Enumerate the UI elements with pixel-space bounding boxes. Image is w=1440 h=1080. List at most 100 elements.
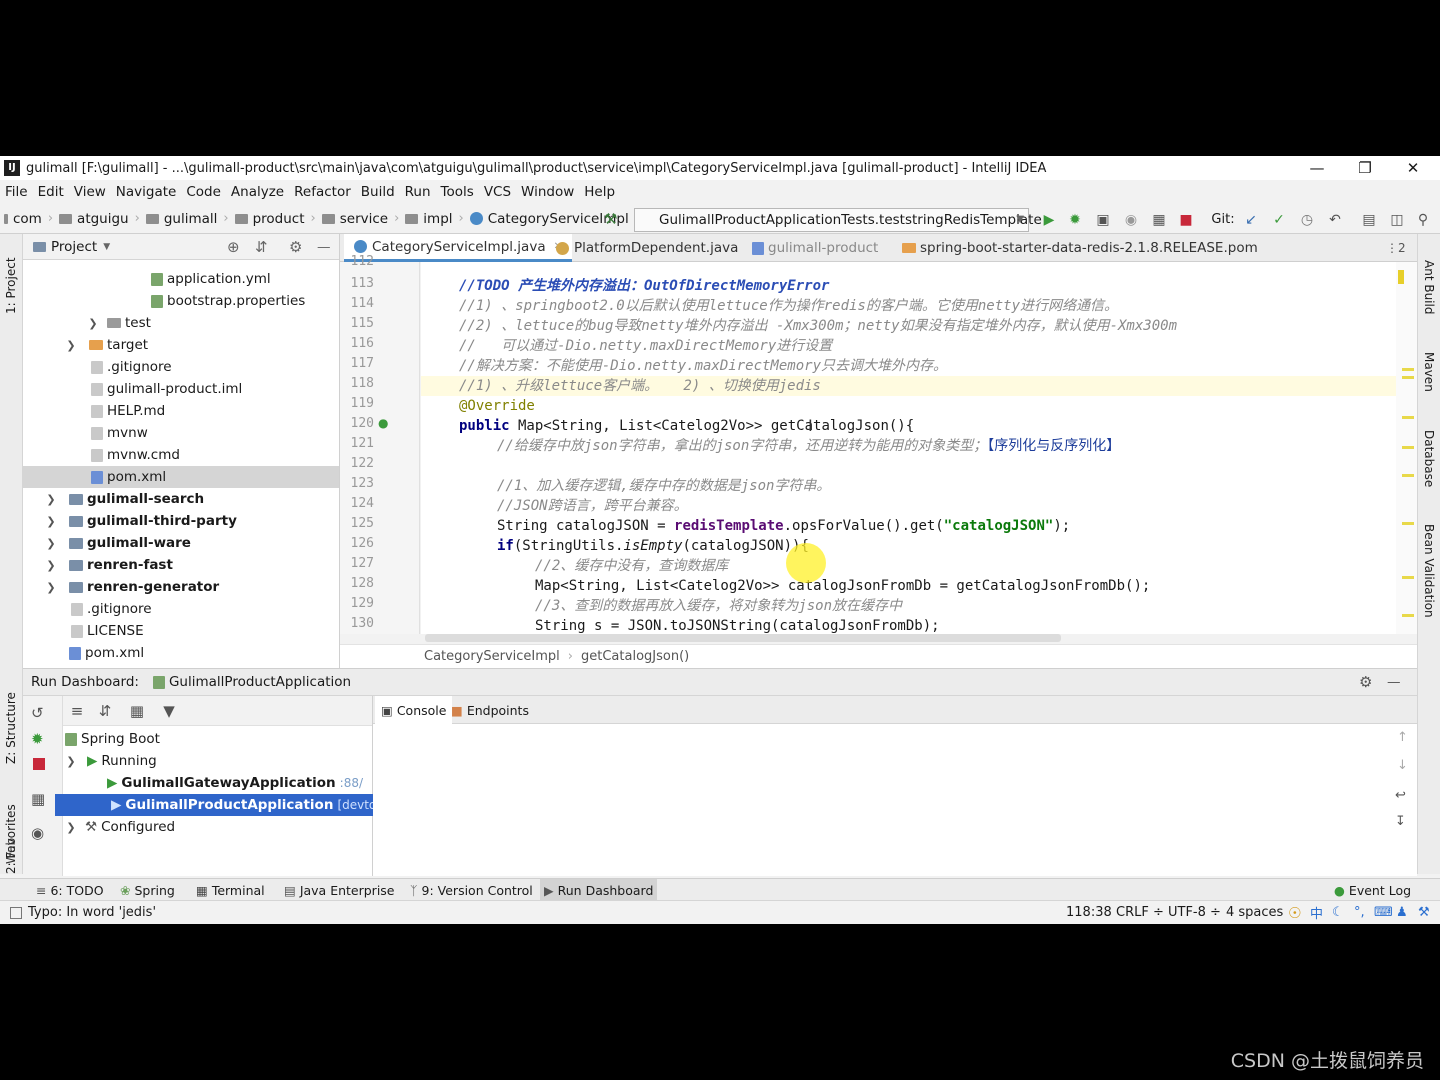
- bean-validation-tool-button[interactable]: Bean Validation: [1422, 524, 1436, 618]
- horizontal-scrollbar[interactable]: [425, 634, 1061, 642]
- moon-icon[interactable]: ☾: [1332, 905, 1344, 920]
- debug-icon[interactable]: ✹: [1066, 211, 1084, 229]
- menu-window[interactable]: Window: [516, 184, 579, 200]
- build-hammer-icon[interactable]: ⚒: [604, 210, 617, 228]
- menu-help[interactable]: Help: [579, 184, 620, 200]
- wrench-icon[interactable]: ⚒: [1418, 905, 1430, 920]
- tree-item[interactable]: .gitignore: [91, 356, 172, 378]
- menu-analyze[interactable]: Analyze: [226, 184, 289, 200]
- menu-code[interactable]: Code: [181, 184, 226, 200]
- history-icon[interactable]: ◷: [1298, 211, 1316, 229]
- expand-all-icon[interactable]: ≡: [63, 702, 91, 720]
- menu-run[interactable]: Run: [400, 184, 436, 200]
- scroll-down-icon[interactable]: ↓: [1397, 758, 1408, 773]
- camera-icon[interactable]: ◉: [31, 824, 44, 842]
- coverage-icon[interactable]: ▣: [1094, 211, 1112, 229]
- rerun-icon[interactable]: ↺: [31, 704, 44, 722]
- breadcrumb-atguigu[interactable]: atguigu: [55, 211, 133, 227]
- tree-item[interactable]: ❯ renren-generator: [43, 576, 219, 598]
- scroll-up-icon[interactable]: ↑: [1397, 730, 1408, 745]
- web-tool-button[interactable]: Web: [4, 838, 18, 864]
- locate-icon[interactable]: ⊕: [227, 238, 240, 256]
- warning-marker[interactable]: [1402, 474, 1414, 477]
- restore-icon[interactable]: ❐: [1342, 156, 1388, 180]
- breadcrumb-service[interactable]: service: [318, 211, 392, 227]
- tab-category-service-impl[interactable]: CategoryServiceImpl.java✕: [344, 234, 572, 262]
- attach-icon[interactable]: ▦: [1150, 211, 1168, 229]
- vcs-update-icon[interactable]: ↙: [1242, 211, 1260, 229]
- maven-tool-button[interactable]: Maven: [1422, 352, 1436, 392]
- chevron-right-icon[interactable]: ❯: [43, 581, 59, 594]
- tree-item[interactable]: ❯ target: [63, 334, 148, 356]
- tab-endpoints[interactable]: ■ Endpoints: [445, 696, 535, 724]
- tree-item[interactable]: mvnw.cmd: [91, 444, 180, 466]
- menu-file[interactable]: File: [0, 184, 33, 200]
- group-icon[interactable]: ▦: [119, 702, 155, 720]
- stop-icon[interactable]: [33, 758, 45, 770]
- run-dashboard-tool-button[interactable]: ▶ Run Dashboard: [540, 879, 658, 901]
- project-tool-button[interactable]: 1: Project: [4, 257, 18, 314]
- layout-icon[interactable]: ◫: [1388, 211, 1406, 229]
- warning-marker[interactable]: [1402, 522, 1414, 525]
- chevron-down-icon[interactable]: ▼: [103, 242, 110, 252]
- user-icon[interactable]: ♟: [1396, 905, 1408, 920]
- warning-marker[interactable]: [1402, 368, 1414, 371]
- warning-marker[interactable]: [1402, 376, 1414, 379]
- tree-item-selected[interactable]: pom.xml: [23, 466, 339, 488]
- run-icon[interactable]: ▶: [1040, 211, 1058, 229]
- collapse-all-icon[interactable]: ⇵: [255, 238, 268, 256]
- indent-setting[interactable]: 4 spaces: [1226, 905, 1283, 920]
- menu-tools[interactable]: Tools: [436, 184, 479, 200]
- tree-item[interactable]: HELP.md: [91, 400, 165, 422]
- punctuation-icon[interactable]: °,: [1354, 905, 1365, 920]
- tree-item[interactable]: ❯ gulimall-ware: [43, 532, 191, 554]
- status-toggle-icon[interactable]: [10, 906, 22, 919]
- keyboard-icon[interactable]: ⌨: [1374, 905, 1393, 920]
- run-tree-gateway-app[interactable]: ▶ GulimallGatewayApplication:88/: [107, 772, 363, 794]
- event-log-tool-button[interactable]: ● Event Log: [1330, 879, 1415, 901]
- database-tool-button[interactable]: Database: [1422, 430, 1436, 487]
- tab-console[interactable]: ▣ Console: [375, 696, 453, 724]
- crumb-class[interactable]: CategoryServiceImpl: [424, 649, 560, 664]
- code-editor[interactable]: //TODO 产生堆外内存溢出：OutOfDirectMemoryError /…: [421, 262, 1396, 634]
- scroll-to-end-icon[interactable]: ↧: [1395, 814, 1406, 829]
- tab-platform-dependent[interactable]: PlatformDependent.java: [546, 234, 748, 262]
- status-message[interactable]: Typo: In word 'jedis': [28, 905, 156, 920]
- breadcrumb-com[interactable]: com: [0, 211, 46, 227]
- filter-icon[interactable]: ▼: [155, 702, 183, 720]
- chevron-right-icon[interactable]: ❯: [43, 493, 59, 506]
- profile-icon[interactable]: ◉: [1122, 211, 1140, 229]
- hide-icon[interactable]: —: [317, 239, 331, 255]
- menu-edit[interactable]: Edit: [33, 184, 69, 200]
- editor-vertical-scrollbar[interactable]: [1396, 262, 1417, 634]
- debug-icon[interactable]: ✹: [31, 730, 44, 748]
- project-structure-icon[interactable]: ▤: [1360, 211, 1378, 229]
- tree-item[interactable]: ❯ renren-fast: [43, 554, 173, 576]
- warning-marker[interactable]: [1402, 416, 1414, 419]
- tree-item[interactable]: gulimall-product.iml: [91, 378, 242, 400]
- collapse-all-icon[interactable]: ⇵: [91, 702, 119, 720]
- menu-view[interactable]: View: [69, 184, 111, 200]
- run-configuration-select[interactable]: GulimallProductApplicationTests.teststri…: [634, 208, 1042, 232]
- chevron-right-icon[interactable]: ❯: [85, 317, 101, 330]
- hide-icon[interactable]: —: [1387, 674, 1401, 690]
- line-separator[interactable]: CRLF ÷: [1116, 905, 1164, 920]
- chevron-right-icon[interactable]: ❯: [43, 537, 59, 550]
- breadcrumb-impl[interactable]: impl: [401, 211, 456, 227]
- todo-tool-button[interactable]: ≡ 6: TODO: [32, 879, 108, 901]
- vcs-commit-icon[interactable]: ✓: [1270, 211, 1288, 229]
- tab-gulimall-product[interactable]: gulimall-product: [742, 234, 888, 262]
- ime-icon[interactable]: ☉: [1288, 904, 1301, 922]
- crumb-method[interactable]: getCatalogJson(): [581, 649, 689, 664]
- ime-language[interactable]: 中: [1310, 903, 1323, 922]
- version-control-tool-button[interactable]: ᛉ 9: Version Control: [406, 879, 537, 901]
- tree-item[interactable]: ❯ test: [85, 312, 151, 334]
- run-tree-configured[interactable]: ❯ ⚒ Configured: [63, 816, 175, 838]
- project-panel-title[interactable]: Project: [51, 239, 97, 255]
- chevron-right-icon[interactable]: ❯: [63, 821, 79, 834]
- run-tree-product-app-selected[interactable]: ▶ GulimallProductApplication [devtools]: [55, 794, 398, 816]
- chevron-right-icon[interactable]: ❯: [63, 339, 79, 352]
- override-gutter-icon[interactable]: ●: [378, 416, 388, 430]
- run-tree-spring-boot[interactable]: Spring Boot: [65, 728, 160, 750]
- menu-navigate[interactable]: Navigate: [111, 184, 182, 200]
